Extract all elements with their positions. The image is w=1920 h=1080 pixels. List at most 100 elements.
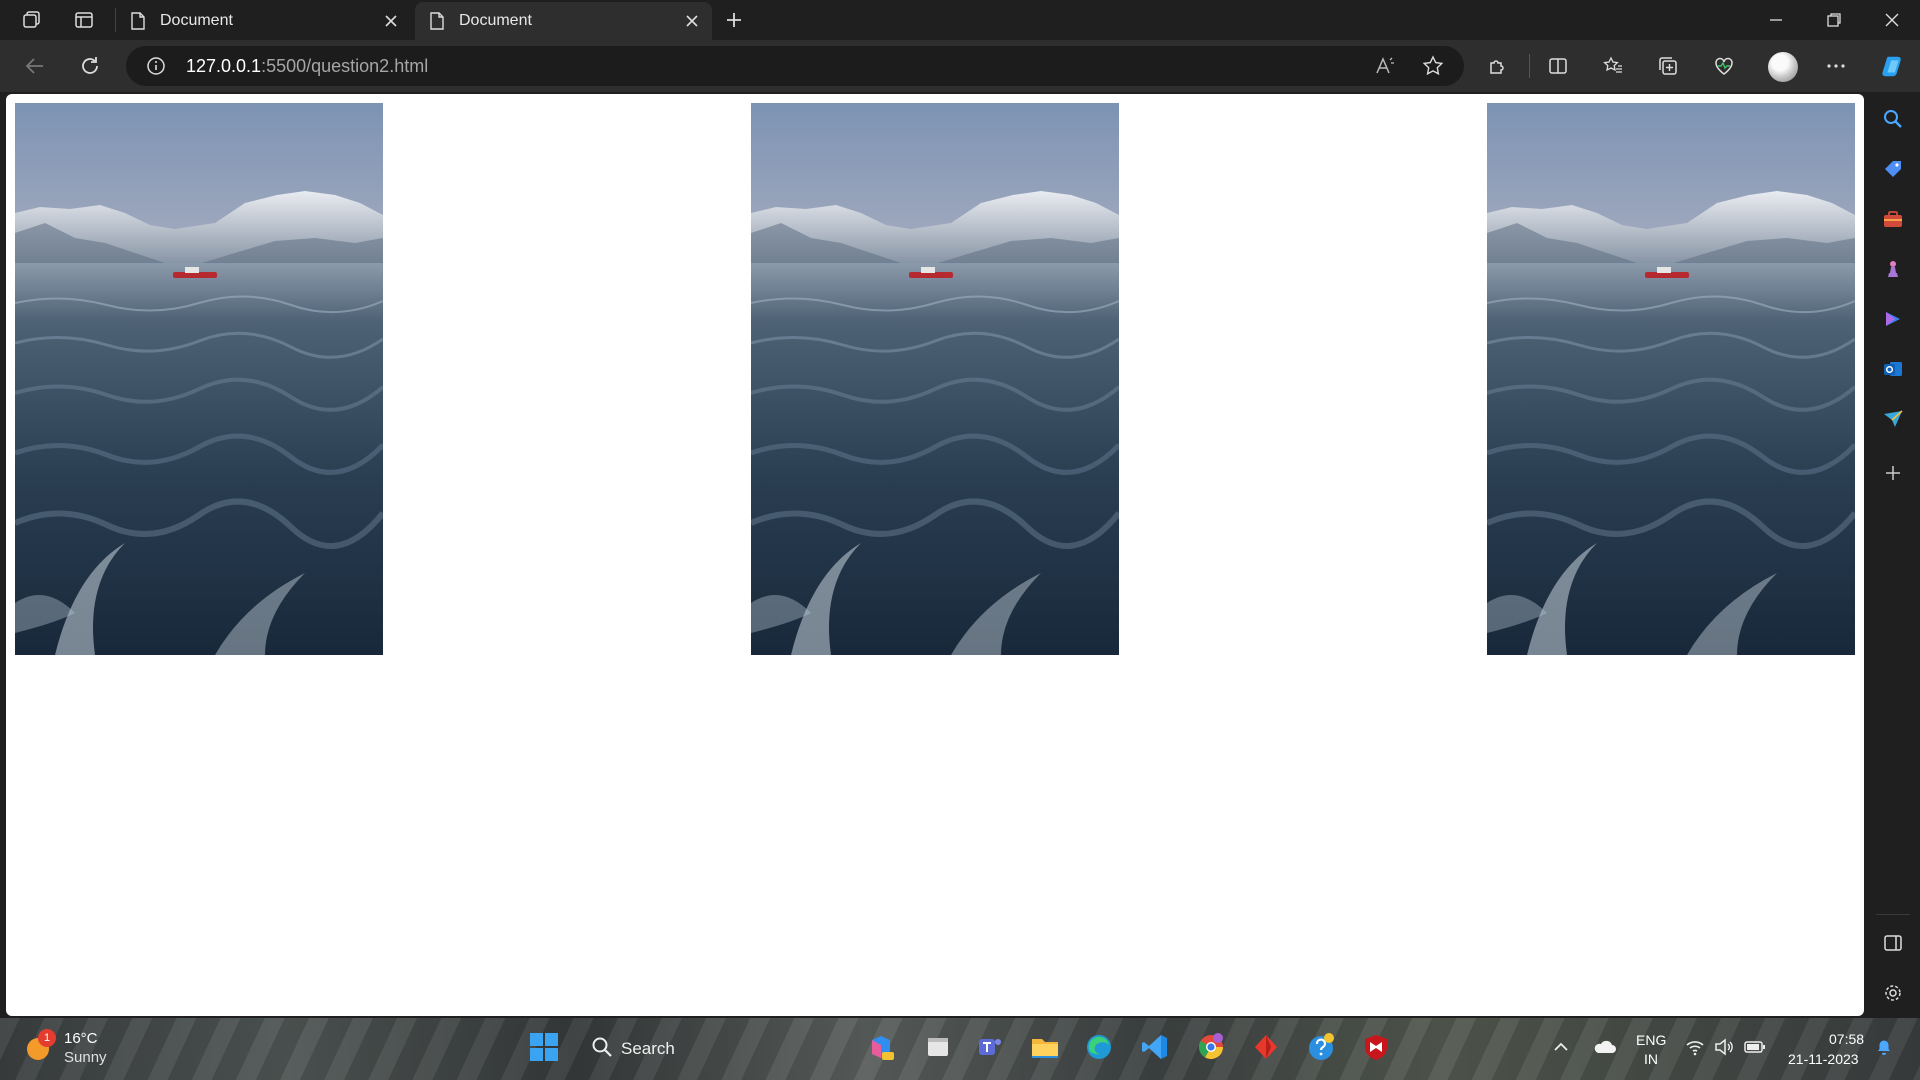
tab-document-2[interactable]: Document xyxy=(415,2,712,40)
heart-pulse-icon xyxy=(1715,57,1733,75)
sidebar-games-button[interactable] xyxy=(1880,256,1906,282)
folder-icon xyxy=(1032,1039,1058,1058)
new-tab-button[interactable] xyxy=(722,8,746,32)
task-view-icon xyxy=(928,1038,948,1056)
fjord-photo xyxy=(1487,103,1855,655)
sidebar-settings-button[interactable] xyxy=(1880,980,1906,1006)
taskbar: 1 16°C Sunny Search ENG IN 07:58 21-11-2… xyxy=(0,1018,1920,1080)
profile-avatar[interactable] xyxy=(1768,52,1798,82)
hide-sidebar-button[interactable] xyxy=(1880,930,1906,956)
close-window-button[interactable] xyxy=(1864,0,1920,40)
plus-icon xyxy=(727,13,741,27)
address-bar[interactable]: 127.0.0.1:5500/question2.html xyxy=(126,46,1464,86)
chrome-button[interactable] xyxy=(1196,1032,1226,1062)
shield-icon xyxy=(1365,1035,1387,1060)
refresh-button[interactable] xyxy=(77,53,103,79)
fjord-photo xyxy=(751,103,1119,655)
wifi-button[interactable] xyxy=(1683,1032,1707,1062)
notifications-button[interactable] xyxy=(1872,1032,1896,1062)
help-icon xyxy=(1309,1033,1334,1060)
sidebar-copilot-button[interactable] xyxy=(1880,306,1906,332)
read-aloud-button[interactable] xyxy=(1372,53,1398,79)
more-dots-icon xyxy=(1827,64,1845,68)
volume-button[interactable] xyxy=(1712,1032,1736,1062)
language-region: IN xyxy=(1644,1051,1658,1067)
sidebar-divider xyxy=(1876,914,1910,915)
tab-actions-icon[interactable] xyxy=(72,8,96,32)
diamond-app-icon xyxy=(1255,1035,1277,1059)
favorites-list-icon xyxy=(1603,56,1622,73)
copilot-taskbar-button[interactable] xyxy=(866,1032,896,1062)
sidebar-outlook-button[interactable] xyxy=(1880,356,1906,382)
refresh-icon xyxy=(82,57,98,74)
fjord-photo xyxy=(15,103,383,655)
taskbar-search-button[interactable] xyxy=(587,1032,617,1062)
tab-title: Document xyxy=(160,12,233,29)
favorite-star-button[interactable] xyxy=(1420,53,1446,79)
cloud-icon xyxy=(1594,1040,1616,1053)
fjord-image xyxy=(751,103,1119,655)
favorites-button[interactable] xyxy=(1600,53,1626,79)
search-icon xyxy=(1884,110,1902,128)
copilot-icon xyxy=(1886,312,1900,326)
task-view-button[interactable] xyxy=(923,1032,953,1062)
bell-icon xyxy=(1878,1040,1890,1055)
edge-button[interactable] xyxy=(1084,1032,1114,1062)
more-options-button[interactable] xyxy=(1823,53,1849,79)
title-bar: Document Document xyxy=(0,0,1920,40)
collections-button[interactable] xyxy=(1655,53,1681,79)
mcafee-button[interactable] xyxy=(1361,1032,1391,1062)
minimize-button[interactable] xyxy=(1748,0,1804,40)
battery-button[interactable] xyxy=(1742,1032,1768,1062)
back-button[interactable] xyxy=(22,53,48,79)
sidebar-tools-button[interactable] xyxy=(1880,206,1906,232)
onedrive-button[interactable] xyxy=(1590,1032,1620,1062)
vscode-button[interactable] xyxy=(1140,1032,1170,1062)
weather-badge: 1 xyxy=(38,1029,56,1047)
clock-time[interactable]: 07:58 xyxy=(1829,1031,1864,1047)
copilot-icon xyxy=(872,1036,894,1060)
sidebar-shopping-button[interactable] xyxy=(1880,156,1906,182)
copilot-button[interactable] xyxy=(1880,53,1906,79)
sidebar-add-button[interactable] xyxy=(1880,460,1906,486)
teams-button[interactable] xyxy=(975,1032,1005,1062)
clock-date[interactable]: 21-11-2023 xyxy=(1788,1051,1859,1067)
arrow-left-icon xyxy=(25,58,43,74)
close-icon[interactable] xyxy=(684,13,700,29)
plus-icon xyxy=(1886,466,1900,480)
taskbar-search-label[interactable]: Search xyxy=(621,1039,675,1059)
chevron-up-icon xyxy=(1554,1042,1568,1051)
split-screen-button[interactable] xyxy=(1545,53,1571,79)
weather-condition: Sunny xyxy=(64,1049,107,1066)
start-button[interactable] xyxy=(529,1032,559,1062)
help-button[interactable] xyxy=(1306,1032,1336,1062)
file-explorer-button[interactable] xyxy=(1030,1032,1060,1062)
app-button-red[interactable] xyxy=(1251,1032,1281,1062)
toolbox-icon xyxy=(1884,211,1902,227)
language-indicator[interactable]: ENG xyxy=(1636,1032,1666,1048)
workspaces-icon[interactable] xyxy=(20,8,44,32)
tab-title: Document xyxy=(459,12,532,29)
document-icon xyxy=(131,12,145,30)
browser-essentials-button[interactable] xyxy=(1711,53,1737,79)
tray-overflow-button[interactable] xyxy=(1549,1032,1573,1062)
info-icon[interactable] xyxy=(146,56,166,76)
edge-sidebar xyxy=(1864,92,1920,1016)
tab-document-1[interactable]: Document xyxy=(116,2,411,40)
close-icon xyxy=(1885,13,1899,27)
teams-icon xyxy=(979,1039,1001,1055)
split-screen-icon xyxy=(1549,58,1567,74)
restore-button[interactable] xyxy=(1806,0,1862,40)
sidebar-search-button[interactable] xyxy=(1880,106,1906,132)
close-icon[interactable] xyxy=(383,13,399,29)
sidebar-drop-button[interactable] xyxy=(1880,406,1906,432)
chrome-icon xyxy=(1198,1033,1223,1060)
toolbar-divider xyxy=(1529,54,1530,78)
url-text[interactable]: 127.0.0.1:5500/question2.html xyxy=(186,56,428,77)
extensions-button[interactable] xyxy=(1485,53,1511,79)
windows-icon xyxy=(530,1033,558,1061)
tag-icon xyxy=(1885,161,1901,177)
wifi-icon xyxy=(1686,1041,1704,1056)
chess-icon xyxy=(1888,261,1898,277)
url-host: 127.0.0.1 xyxy=(186,56,262,76)
